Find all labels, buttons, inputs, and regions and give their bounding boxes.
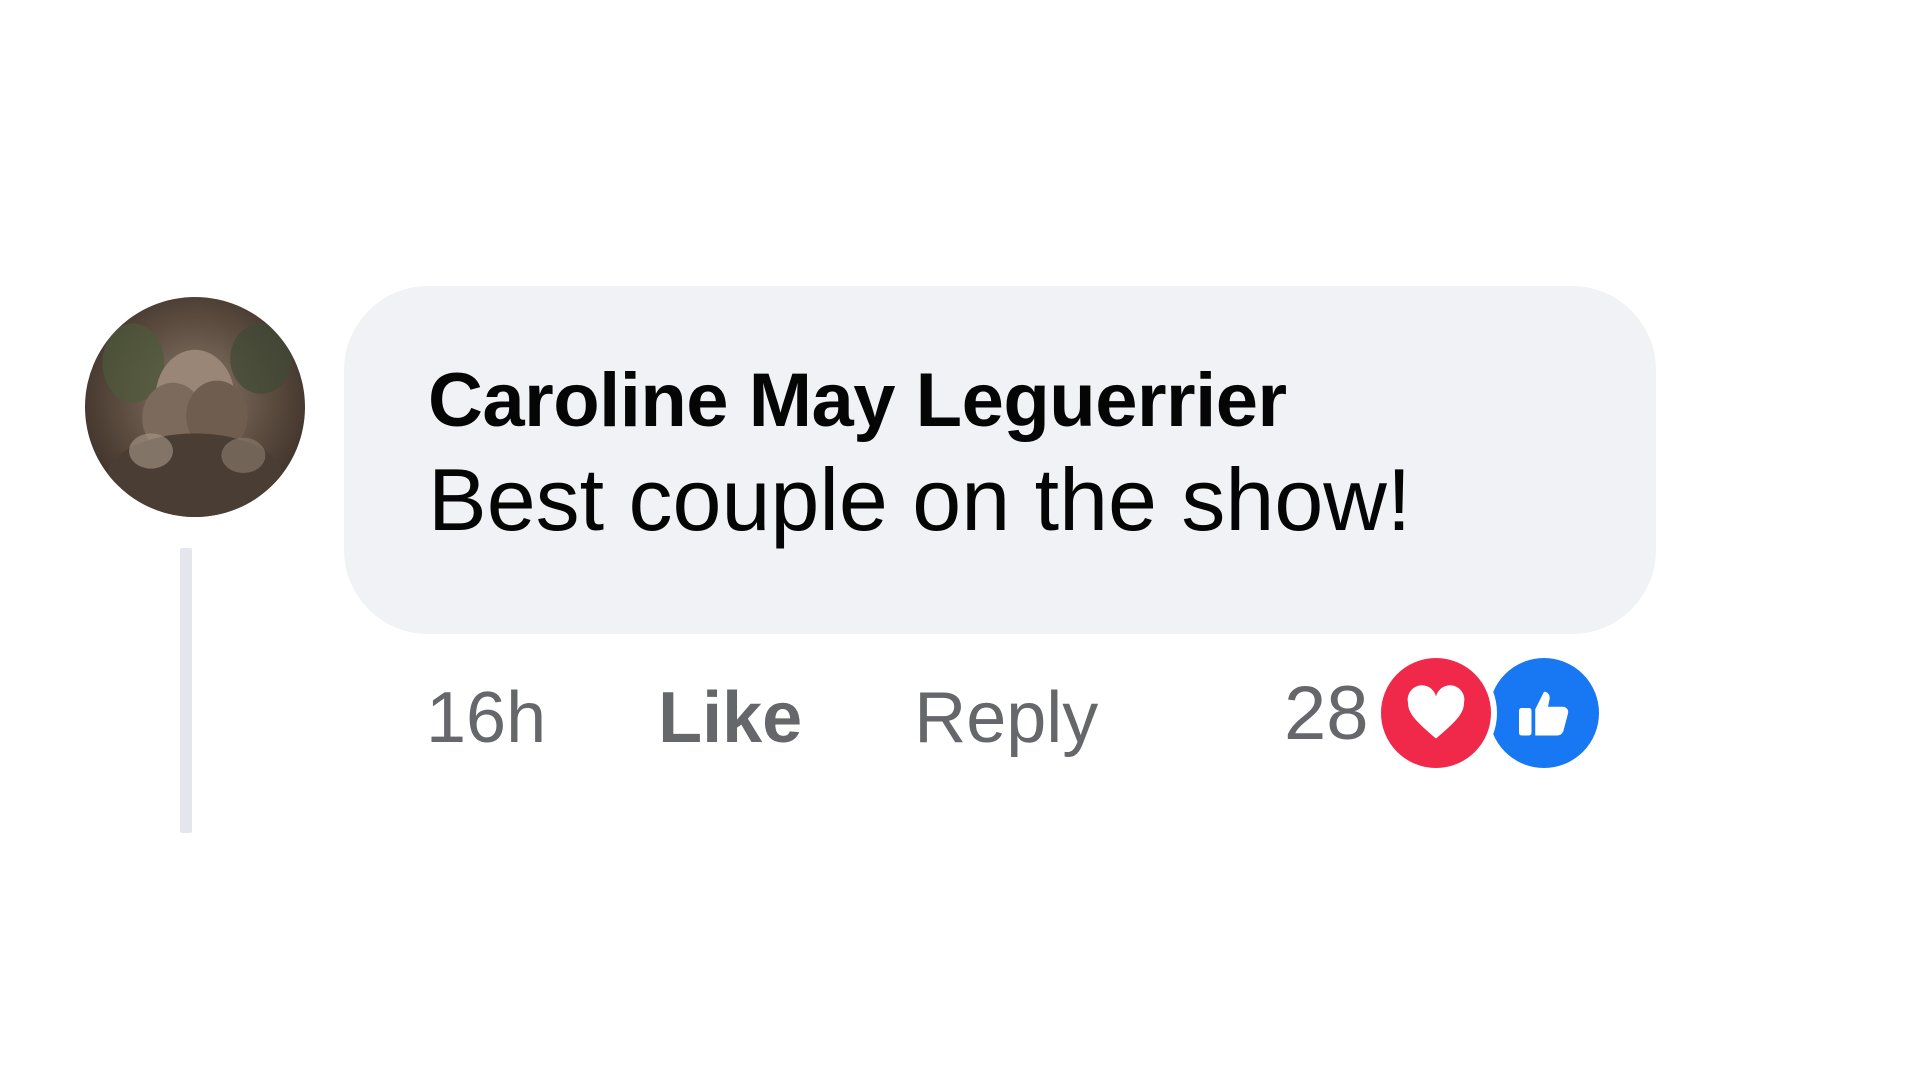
reactions-summary[interactable]: 28: [1284, 648, 1605, 778]
reply-button[interactable]: Reply: [914, 677, 1098, 759]
comment-author[interactable]: Caroline May Leguerrier: [428, 356, 1656, 446]
comment-text: Best couple on the show!: [428, 450, 1412, 549]
avatar[interactable]: [85, 297, 305, 517]
like-button[interactable]: Like: [658, 677, 802, 759]
avatar-image: [85, 297, 305, 517]
comment-timestamp[interactable]: 16h: [426, 677, 546, 759]
heart-icon: [1374, 652, 1497, 774]
comment-thread: Caroline May Leguerrier Best couple on t…: [0, 0, 1920, 1080]
thumbs-up-icon: [1482, 652, 1605, 774]
thread-line: [180, 548, 192, 833]
comment-bubble: Caroline May Leguerrier Best couple on t…: [344, 286, 1656, 634]
comment-actions: 16h Like Reply: [426, 668, 1098, 768]
reaction-count: 28: [1284, 670, 1369, 756]
